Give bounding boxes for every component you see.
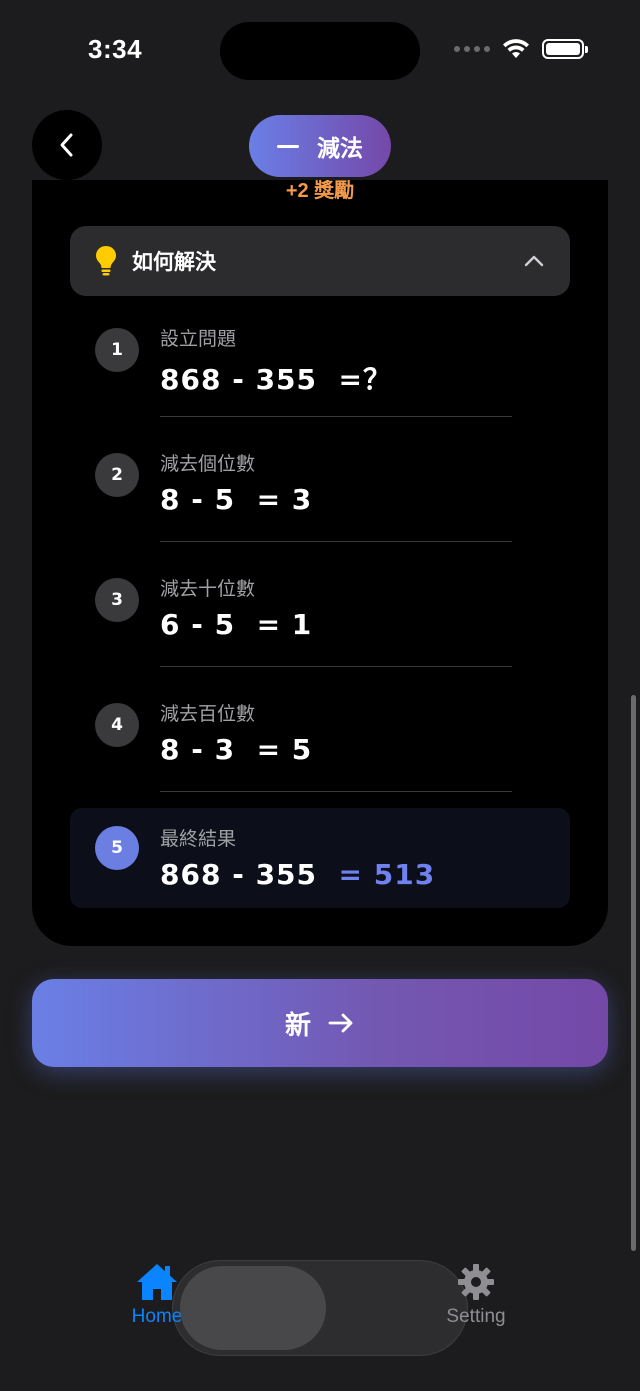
step-result: = 513 [338,858,436,891]
step-result: = 5 [256,733,313,766]
wifi-icon [502,38,530,60]
tab-home[interactable]: Home [126,1262,188,1328]
divider [160,416,512,417]
step-result: = 1 [256,608,313,641]
step-equation: 868 - 355 = 513 [160,858,435,891]
chevron-up-icon[interactable] [522,249,546,273]
status-icons [454,38,588,60]
gear-icon [458,1264,494,1300]
home-icon [137,1264,177,1300]
arrow-right-icon [328,1013,353,1033]
step-title: 減去百位數 [160,703,256,725]
mode-label: 減法 [317,136,363,162]
tab-bar-selection [180,1266,326,1350]
step-equation: 868 - 355 =？ [160,358,392,398]
divider [160,791,512,792]
step-expression: 8 - 3 [160,733,236,766]
screen: 3:34 +2 獎勵 如何解決 1 設立問題 868 - 355 =？ 2 減去… [0,0,640,1391]
step-expression: 8 - 5 [160,483,236,516]
divider [160,666,512,667]
step-equation: 8 - 3 = 5 [160,733,312,766]
step-number: 5 [95,826,139,870]
step-equation: 6 - 5 = 1 [160,608,312,641]
tab-setting-label: Setting [446,1306,506,1327]
step-number: 3 [95,578,139,622]
step-title: 設立問題 [160,328,237,350]
tab-home-label: Home [131,1306,183,1327]
chevron-left-icon [60,133,73,157]
status-time: 3:34 [88,34,143,64]
step-result: = 3 [256,483,313,516]
bulb-icon [96,246,116,276]
step-result: =？ [338,363,392,396]
how-to-solve-header[interactable]: 如何解決 [70,226,570,296]
bonus-label: +2 獎勵 [285,180,355,202]
step-expression: 6 - 5 [160,608,236,641]
step-number: 1 [95,328,139,372]
step-expression: 868 - 355 [160,363,318,396]
new-button-label: 新 [284,1010,311,1041]
step-title: 減去個位數 [160,453,256,475]
step-expression: 868 - 355 [160,858,318,891]
step-number: 2 [95,453,139,497]
tab-setting[interactable]: Setting [440,1262,512,1328]
solution-card: +2 獎勵 如何解決 1 設立問題 868 - 355 =？ 2 減去個位數 8… [32,180,608,946]
header-title: 如何解決 [132,250,216,274]
back-button[interactable] [32,110,102,180]
step-title: 減去十位數 [160,578,256,600]
divider [160,541,512,542]
scrollbar[interactable] [631,695,636,1251]
mode-pill[interactable]: 減法 [249,115,391,177]
final-result-box: 5 最終結果 868 - 355 = 513 [70,808,570,908]
dynamic-island [220,22,420,80]
battery-icon [542,39,588,59]
signal-icon [454,46,490,52]
minus-icon [277,144,299,148]
step-title: 最終結果 [160,828,237,850]
new-button[interactable]: 新 [32,979,608,1067]
step-equation: 8 - 5 = 3 [160,483,312,516]
step-number: 4 [95,703,139,747]
